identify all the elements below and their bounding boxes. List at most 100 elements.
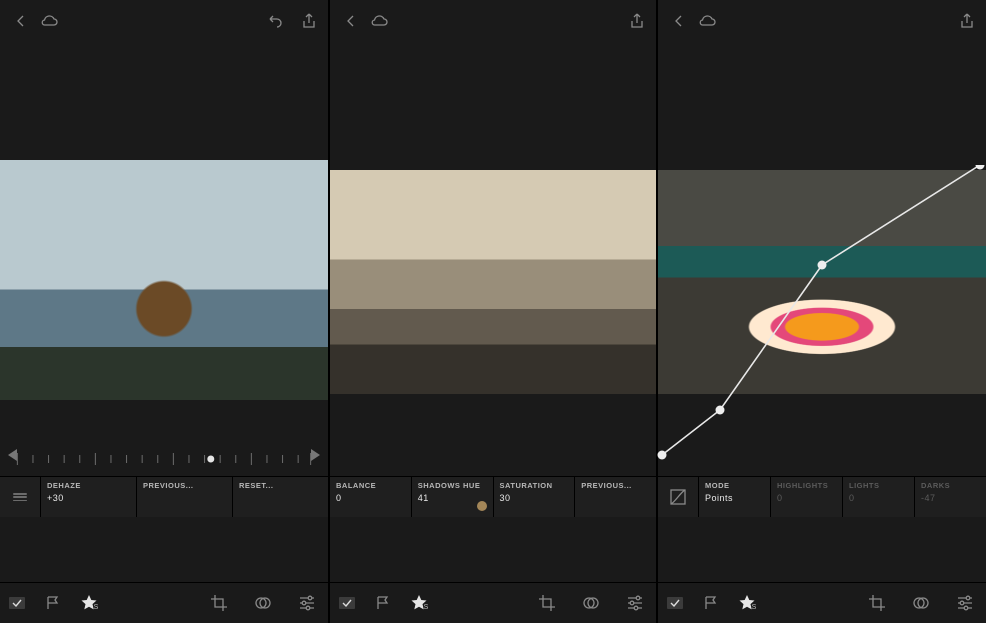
param-label: LIGHTS xyxy=(849,481,908,490)
cloud-button[interactable] xyxy=(366,10,392,32)
cloud-button[interactable] xyxy=(36,10,62,32)
param-previous[interactable]: PREVIOUS... xyxy=(136,477,232,517)
slider-track[interactable] xyxy=(8,445,320,473)
param-value: 0 xyxy=(336,493,405,503)
share-button[interactable] xyxy=(954,10,980,32)
param-value: 0 xyxy=(777,493,836,503)
tool-row: S xyxy=(330,582,656,623)
photo-preview[interactable] xyxy=(0,160,328,400)
param-reset[interactable]: RESET... xyxy=(232,477,328,517)
cloud-icon xyxy=(697,14,717,28)
slider-right-arrow-icon[interactable] xyxy=(311,449,320,461)
flag-button[interactable] xyxy=(42,592,64,614)
topbar xyxy=(330,0,656,38)
star-button[interactable]: S xyxy=(408,592,430,614)
flag-icon xyxy=(703,595,719,611)
checkbox-review[interactable] xyxy=(664,592,686,614)
param-row: BALANCE 0 SHADOWS HUE 41 SATURATION 30 P… xyxy=(330,476,656,517)
sliders-icon xyxy=(626,594,644,612)
adjust-button[interactable] xyxy=(624,592,646,614)
star-button[interactable]: S xyxy=(736,592,758,614)
param-menu-button[interactable] xyxy=(0,477,40,517)
param-label: SATURATION xyxy=(500,481,569,490)
checkbox-review[interactable] xyxy=(6,592,28,614)
chevron-left-icon xyxy=(672,14,686,28)
back-button[interactable] xyxy=(666,10,692,32)
param-label: BALANCE xyxy=(336,481,405,490)
presets-button[interactable] xyxy=(252,592,274,614)
param-highlights[interactable]: HIGHLIGHTS 0 xyxy=(770,477,842,517)
back-button[interactable] xyxy=(8,10,34,32)
star-sub: S xyxy=(424,604,429,611)
share-icon xyxy=(959,12,975,30)
curve-point[interactable] xyxy=(658,451,667,460)
cloud-icon xyxy=(369,14,389,28)
crop-button[interactable] xyxy=(866,592,888,614)
slider-ticks xyxy=(8,449,320,469)
venn-icon xyxy=(912,594,930,612)
curve-mode-icon[interactable] xyxy=(658,477,698,517)
curve-icon xyxy=(669,488,687,506)
crop-button[interactable] xyxy=(208,592,230,614)
topbar xyxy=(0,0,328,38)
flag-icon xyxy=(375,595,391,611)
param-dehaze[interactable]: DEHAZE +30 xyxy=(40,477,136,517)
curve-point[interactable] xyxy=(716,406,725,415)
share-button[interactable] xyxy=(296,10,322,32)
param-darks[interactable]: DARKS -47 xyxy=(914,477,986,517)
param-mode[interactable]: MODE Points xyxy=(698,477,770,517)
panel-3: MODE Points HIGHLIGHTS 0 LIGHTS 0 DARKS … xyxy=(658,0,986,623)
crop-button[interactable] xyxy=(536,592,558,614)
share-icon xyxy=(629,12,645,30)
back-button[interactable] xyxy=(338,10,364,32)
undo-icon xyxy=(266,14,284,28)
param-shadows-hue[interactable]: SHADOWS HUE 41 xyxy=(411,477,493,517)
photo-preview[interactable] xyxy=(330,170,656,394)
flag-button[interactable] xyxy=(372,592,394,614)
crop-icon xyxy=(210,594,228,612)
slider-thumb[interactable] xyxy=(207,456,214,463)
curve-point[interactable] xyxy=(818,261,827,270)
tool-row: S xyxy=(0,582,328,623)
param-label: PREVIOUS... xyxy=(143,481,226,490)
param-label: RESET... xyxy=(239,481,322,490)
adjust-button[interactable] xyxy=(954,592,976,614)
curve-point[interactable] xyxy=(976,165,985,170)
param-row: DEHAZE +30 PREVIOUS... RESET... xyxy=(0,476,328,517)
tone-curve[interactable] xyxy=(652,165,986,465)
param-label: PREVIOUS... xyxy=(581,481,650,490)
param-balance[interactable]: BALANCE 0 xyxy=(330,477,411,517)
star-sub: S xyxy=(752,604,757,611)
param-previous[interactable]: PREVIOUS... xyxy=(574,477,656,517)
param-value: 0 xyxy=(849,493,908,503)
undo-button[interactable] xyxy=(262,10,288,32)
param-label: SHADOWS HUE xyxy=(418,481,487,490)
adjust-button[interactable] xyxy=(296,592,318,614)
param-saturation[interactable]: SATURATION 30 xyxy=(493,477,575,517)
cloud-button[interactable] xyxy=(694,10,720,32)
param-value: 41 xyxy=(418,493,487,503)
param-lights[interactable]: LIGHTS 0 xyxy=(842,477,914,517)
panel-2: BALANCE 0 SHADOWS HUE 41 SATURATION 30 P… xyxy=(330,0,656,623)
param-row: MODE Points HIGHLIGHTS 0 LIGHTS 0 DARKS … xyxy=(658,476,986,517)
hue-swatch xyxy=(477,501,487,511)
venn-icon xyxy=(582,594,600,612)
param-label: MODE xyxy=(705,481,764,490)
checkbox-review[interactable] xyxy=(336,592,358,614)
share-button[interactable] xyxy=(624,10,650,32)
chevron-left-icon xyxy=(14,14,28,28)
topbar xyxy=(658,0,986,38)
flag-button[interactable] xyxy=(700,592,722,614)
presets-button[interactable] xyxy=(910,592,932,614)
star-button[interactable]: S xyxy=(78,592,100,614)
param-value: 30 xyxy=(500,493,569,503)
presets-button[interactable] xyxy=(580,592,602,614)
venn-icon xyxy=(254,594,272,612)
flag-icon xyxy=(45,595,61,611)
param-label: DEHAZE xyxy=(47,481,130,490)
crop-icon xyxy=(538,594,556,612)
sliders-icon xyxy=(298,594,316,612)
star-sub: S xyxy=(94,604,99,611)
cloud-icon xyxy=(39,14,59,28)
tool-row: S xyxy=(658,582,986,623)
